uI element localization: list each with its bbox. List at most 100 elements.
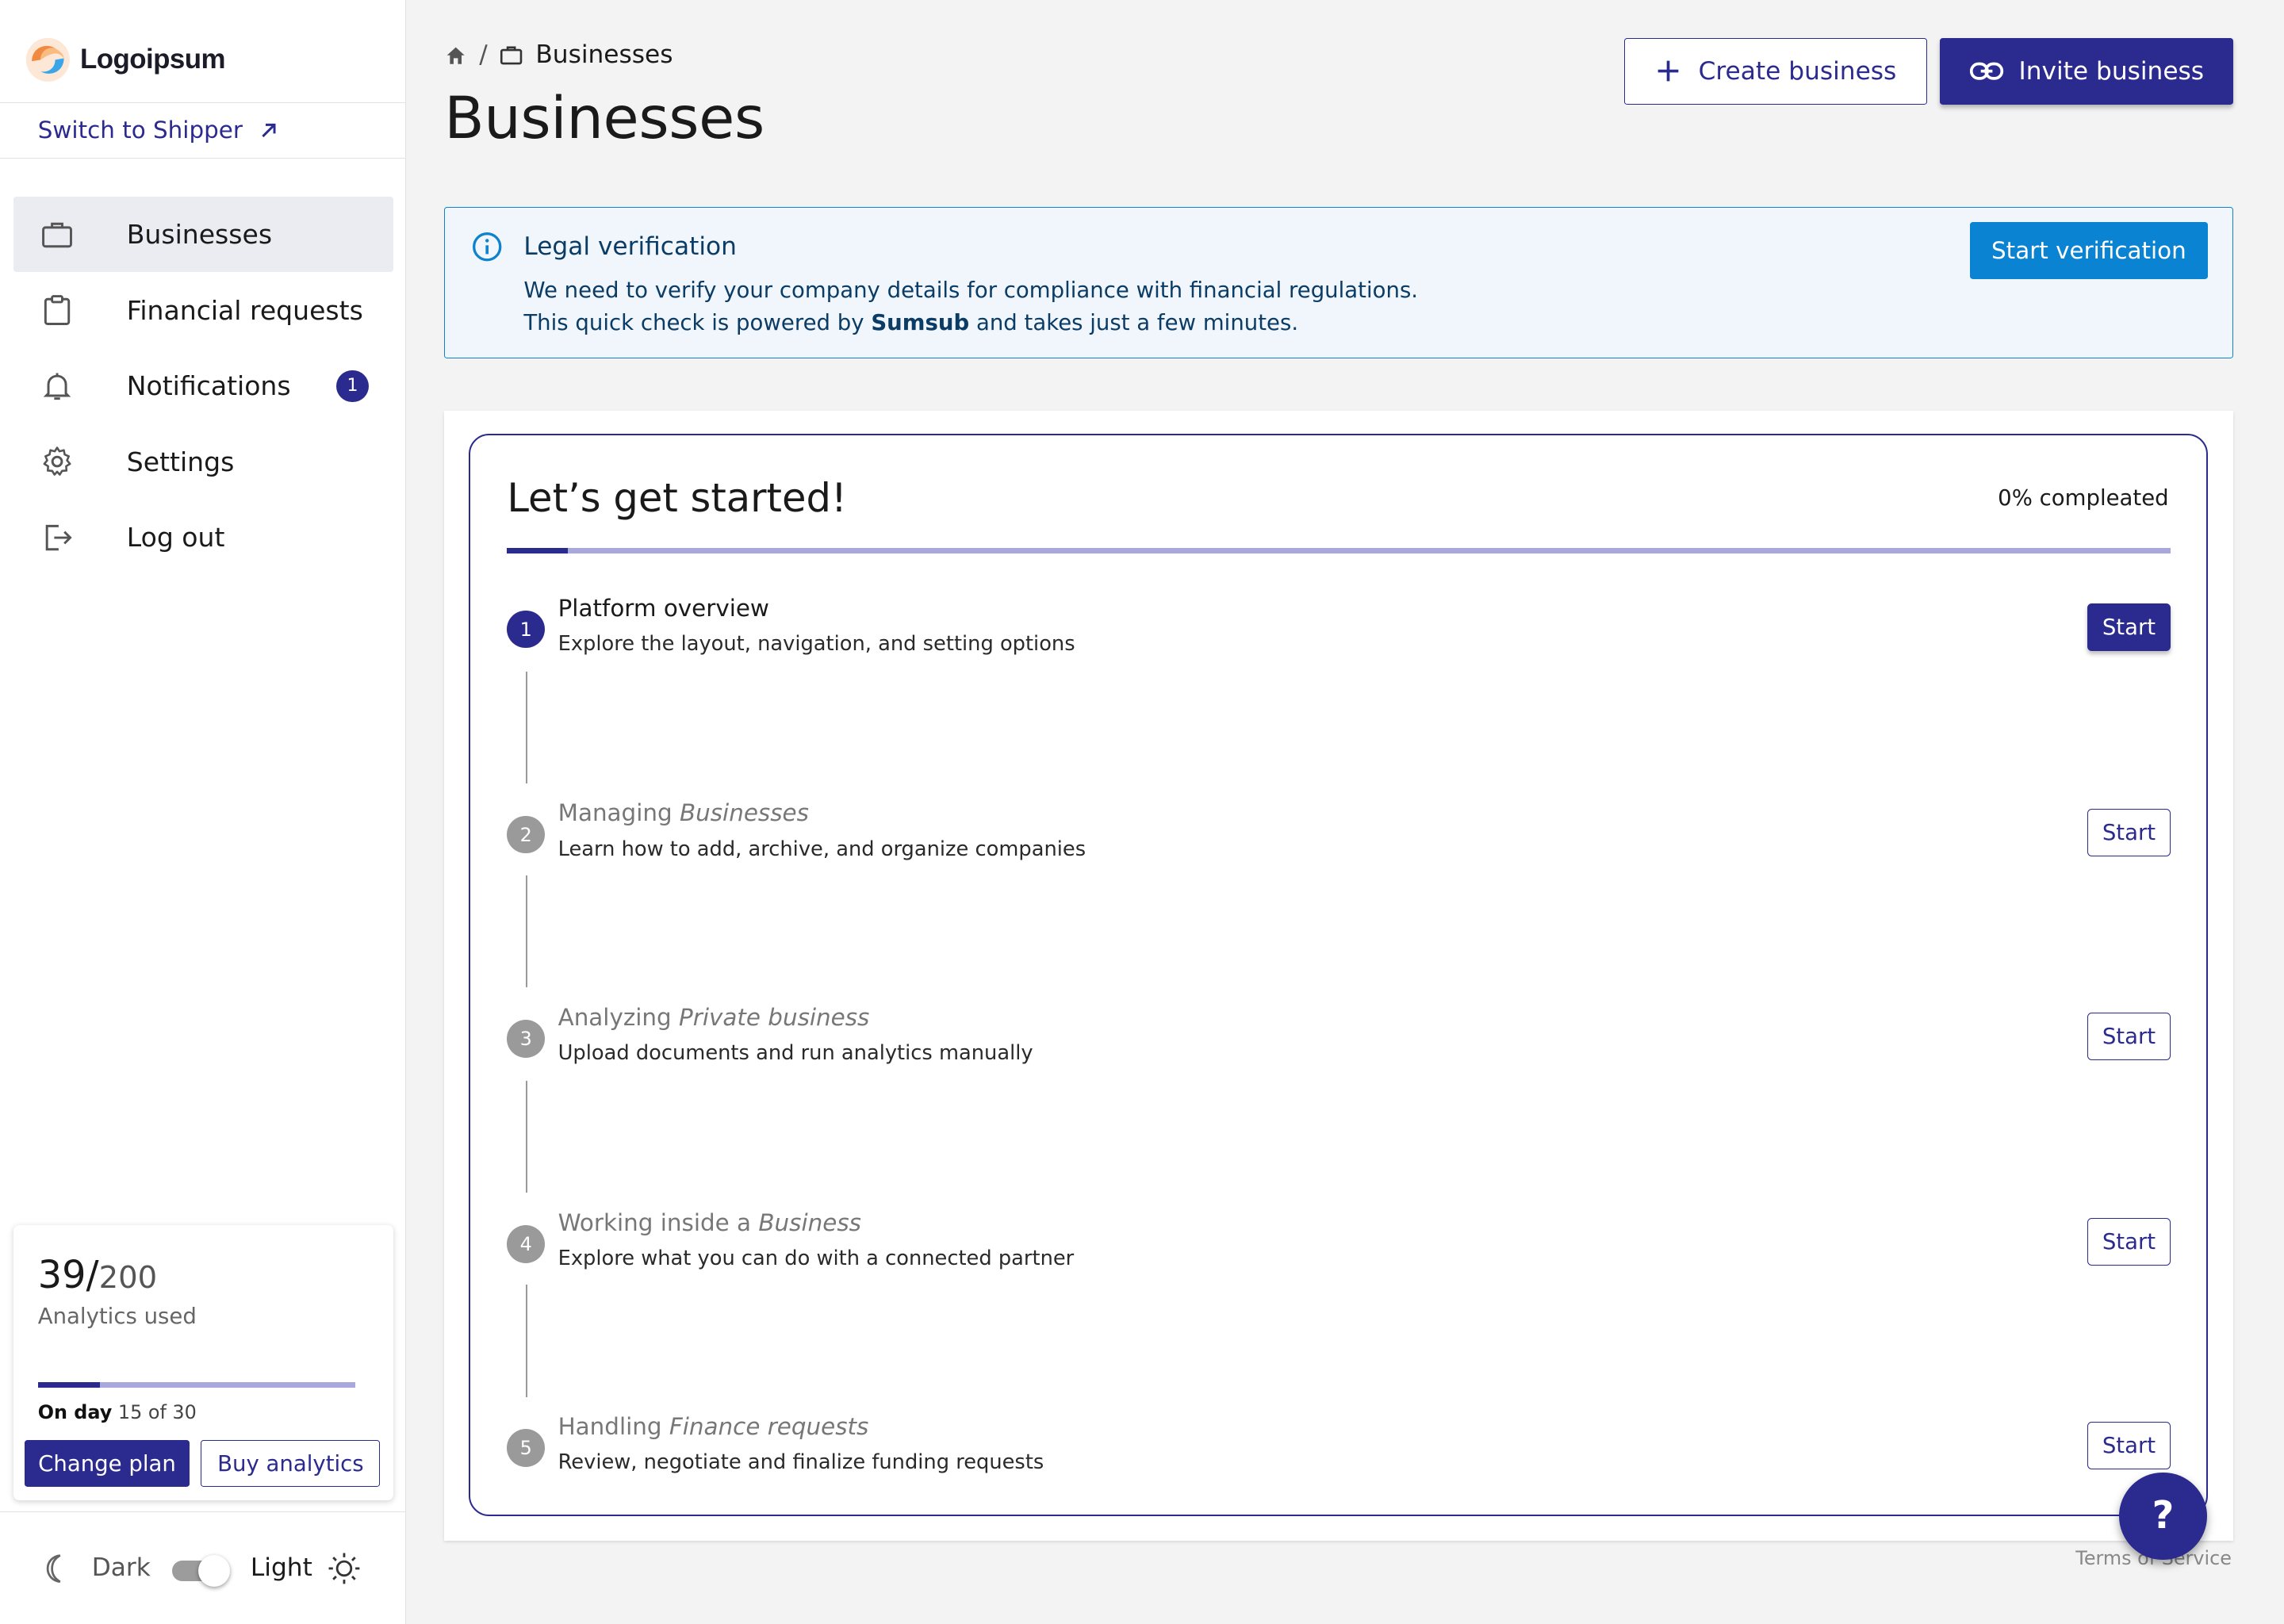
step-title-text: Working inside a — [558, 1208, 759, 1236]
change-plan-button[interactable]: Change plan — [25, 1440, 190, 1488]
logout-icon — [45, 524, 72, 550]
help-button[interactable]: ? — [2119, 1472, 2207, 1561]
sidebar-item-label: Financial requests — [126, 294, 363, 326]
step-description: Explore what you can do with a connected… — [558, 1247, 1075, 1271]
alert-line-2-suffix: and takes just a few minutes. — [969, 309, 1299, 335]
plan-day-prefix: On day — [37, 1400, 113, 1423]
analytics-usage-card: 39/200 Analytics used On day 15 of 30 Ch… — [13, 1224, 393, 1500]
step-title-text: Platform overview — [558, 594, 769, 622]
sidebar-item-financial-requests[interactable]: Financial requests — [13, 272, 393, 348]
sidebar-item-businesses[interactable]: Businesses — [13, 196, 393, 273]
gear-icon — [43, 446, 71, 477]
sidebar-nav: Businesses Financial requests Notificati… — [13, 196, 393, 576]
theme-dark-label: Dark — [91, 1553, 151, 1582]
plan-day-value: 15 of 30 — [117, 1400, 197, 1423]
sidebar-item-label: Log out — [126, 522, 225, 553]
step-title-emphasis: Businesses — [679, 799, 809, 827]
page-title: Businesses — [444, 84, 765, 152]
step-connector — [526, 671, 528, 784]
invite-business-label: Invite business — [2018, 56, 2205, 86]
onboarding-step: 4 Working inside a Business Explore what… — [507, 1209, 2171, 1282]
switch-to-shipper-link[interactable]: Switch to Shipper — [0, 102, 407, 159]
analytics-used-value: 39/ — [37, 1254, 99, 1298]
analytics-total-value: 200 — [98, 1260, 158, 1297]
notification-count-badge: 1 — [336, 370, 369, 402]
step-connector — [526, 875, 528, 988]
start-step-button[interactable]: Start — [2087, 1217, 2171, 1266]
step-title-emphasis: Private business — [679, 1003, 870, 1031]
step-title-emphasis: Finance requests — [669, 1412, 869, 1440]
step-title: Platform overview — [558, 595, 769, 622]
briefcase-icon — [41, 222, 72, 247]
theme-toggle[interactable] — [169, 1554, 231, 1588]
step-description: Review, negotiate and finalize funding r… — [558, 1450, 1044, 1475]
breadcrumb-current[interactable]: Businesses — [535, 40, 673, 69]
legal-verification-alert: Legal verification We need to verify you… — [444, 206, 2233, 358]
bell-icon — [43, 373, 71, 400]
step-number: 3 — [507, 1019, 546, 1058]
switch-to-shipper-label: Switch to Shipper — [37, 117, 243, 144]
home-icon[interactable] — [444, 44, 467, 67]
step-number: 4 — [507, 1224, 546, 1263]
sidebar: Logoipsum Switch to Shipper Businesses F… — [0, 0, 407, 1624]
start-verification-button[interactable]: Start verification — [1970, 222, 2208, 279]
step-connector — [526, 1080, 528, 1193]
alert-line-2-prefix: This quick check is powered by — [523, 309, 872, 335]
step-number: 2 — [507, 815, 546, 854]
onboarding-step: 3 Analyzing Private business Upload docu… — [507, 1004, 2171, 1077]
start-step-button[interactable]: Start — [2087, 808, 2171, 857]
info-icon — [473, 232, 502, 262]
step-title: Handling Finance requests — [558, 1413, 869, 1440]
getting-started-card: Let’s get started! 0% compleated 1 Platf… — [469, 434, 2209, 1516]
link-icon — [1969, 62, 2004, 81]
alert-body: We need to verify your company details f… — [523, 274, 1418, 339]
sidebar-item-settings[interactable]: Settings — [13, 423, 393, 500]
sidebar-item-label: Businesses — [126, 219, 273, 251]
clipboard-icon — [44, 295, 70, 326]
briefcase-icon — [500, 46, 523, 65]
invite-business-button[interactable]: Invite business — [1940, 37, 2233, 105]
sumsub-name: Sumsub — [871, 309, 970, 335]
start-step-button[interactable]: Start — [2087, 1012, 2171, 1061]
analytics-used-count: 39/200 — [38, 1254, 157, 1297]
sidebar-item-logout[interactable]: Log out — [13, 500, 393, 576]
logo-mark-icon — [26, 37, 71, 82]
step-description: Explore the layout, navigation, and sett… — [558, 632, 1075, 657]
step-number: 1 — [507, 610, 546, 649]
plan-day-text: On day 15 of 30 — [38, 1401, 197, 1423]
getting-started-progress-bar — [507, 547, 2171, 554]
step-title-emphasis: Business — [758, 1208, 861, 1236]
buy-analytics-button[interactable]: Buy analytics — [201, 1440, 381, 1488]
analytics-used-label: Analytics used — [37, 1303, 197, 1329]
step-title: Working inside a Business — [558, 1209, 861, 1236]
plus-icon — [1657, 61, 1678, 82]
analytics-progress-bar — [37, 1382, 356, 1388]
logo[interactable]: Logoipsum — [25, 36, 226, 83]
step-title-text: Analyzing — [558, 1003, 680, 1031]
logo-text: Logoipsum — [80, 44, 226, 75]
getting-started-section: Let’s get started! 0% compleated 1 Platf… — [444, 410, 2233, 1542]
app-root: Logoipsum Switch to Shipper Businesses F… — [0, 0, 2284, 1624]
onboarding-step: 2 Managing Businesses Learn how to add, … — [507, 799, 2171, 873]
start-step-button[interactable]: Start — [2087, 603, 2171, 652]
create-business-label: Create business — [1698, 56, 1897, 86]
onboarding-step: 5 Handling Finance requests Review, nego… — [507, 1413, 2171, 1486]
analytics-progress-fill — [37, 1382, 100, 1388]
start-step-button[interactable]: Start — [2087, 1421, 2171, 1470]
sun-icon — [328, 1553, 360, 1584]
theme-switcher: Dark Light — [0, 1511, 407, 1623]
alert-line-1: We need to verify your company details f… — [523, 278, 1419, 304]
arrow-up-right-icon — [262, 123, 276, 137]
moon-icon — [46, 1554, 61, 1584]
getting-started-title: Let’s get started! — [507, 474, 847, 521]
create-business-button[interactable]: Create business — [1623, 37, 1927, 105]
breadcrumb-separator: / — [479, 40, 488, 70]
step-title: Analyzing Private business — [558, 1004, 870, 1031]
sidebar-item-notifications[interactable]: Notifications 1 — [13, 348, 393, 424]
step-description: Learn how to add, archive, and organize … — [558, 837, 1086, 862]
alert-line-2: This quick check is powered by Sumsub an… — [523, 307, 1418, 339]
step-title-text: Managing — [558, 799, 680, 827]
getting-started-progress-fill — [507, 547, 569, 554]
step-title-text: Handling — [558, 1412, 669, 1440]
theme-toggle-knob — [197, 1554, 231, 1588]
